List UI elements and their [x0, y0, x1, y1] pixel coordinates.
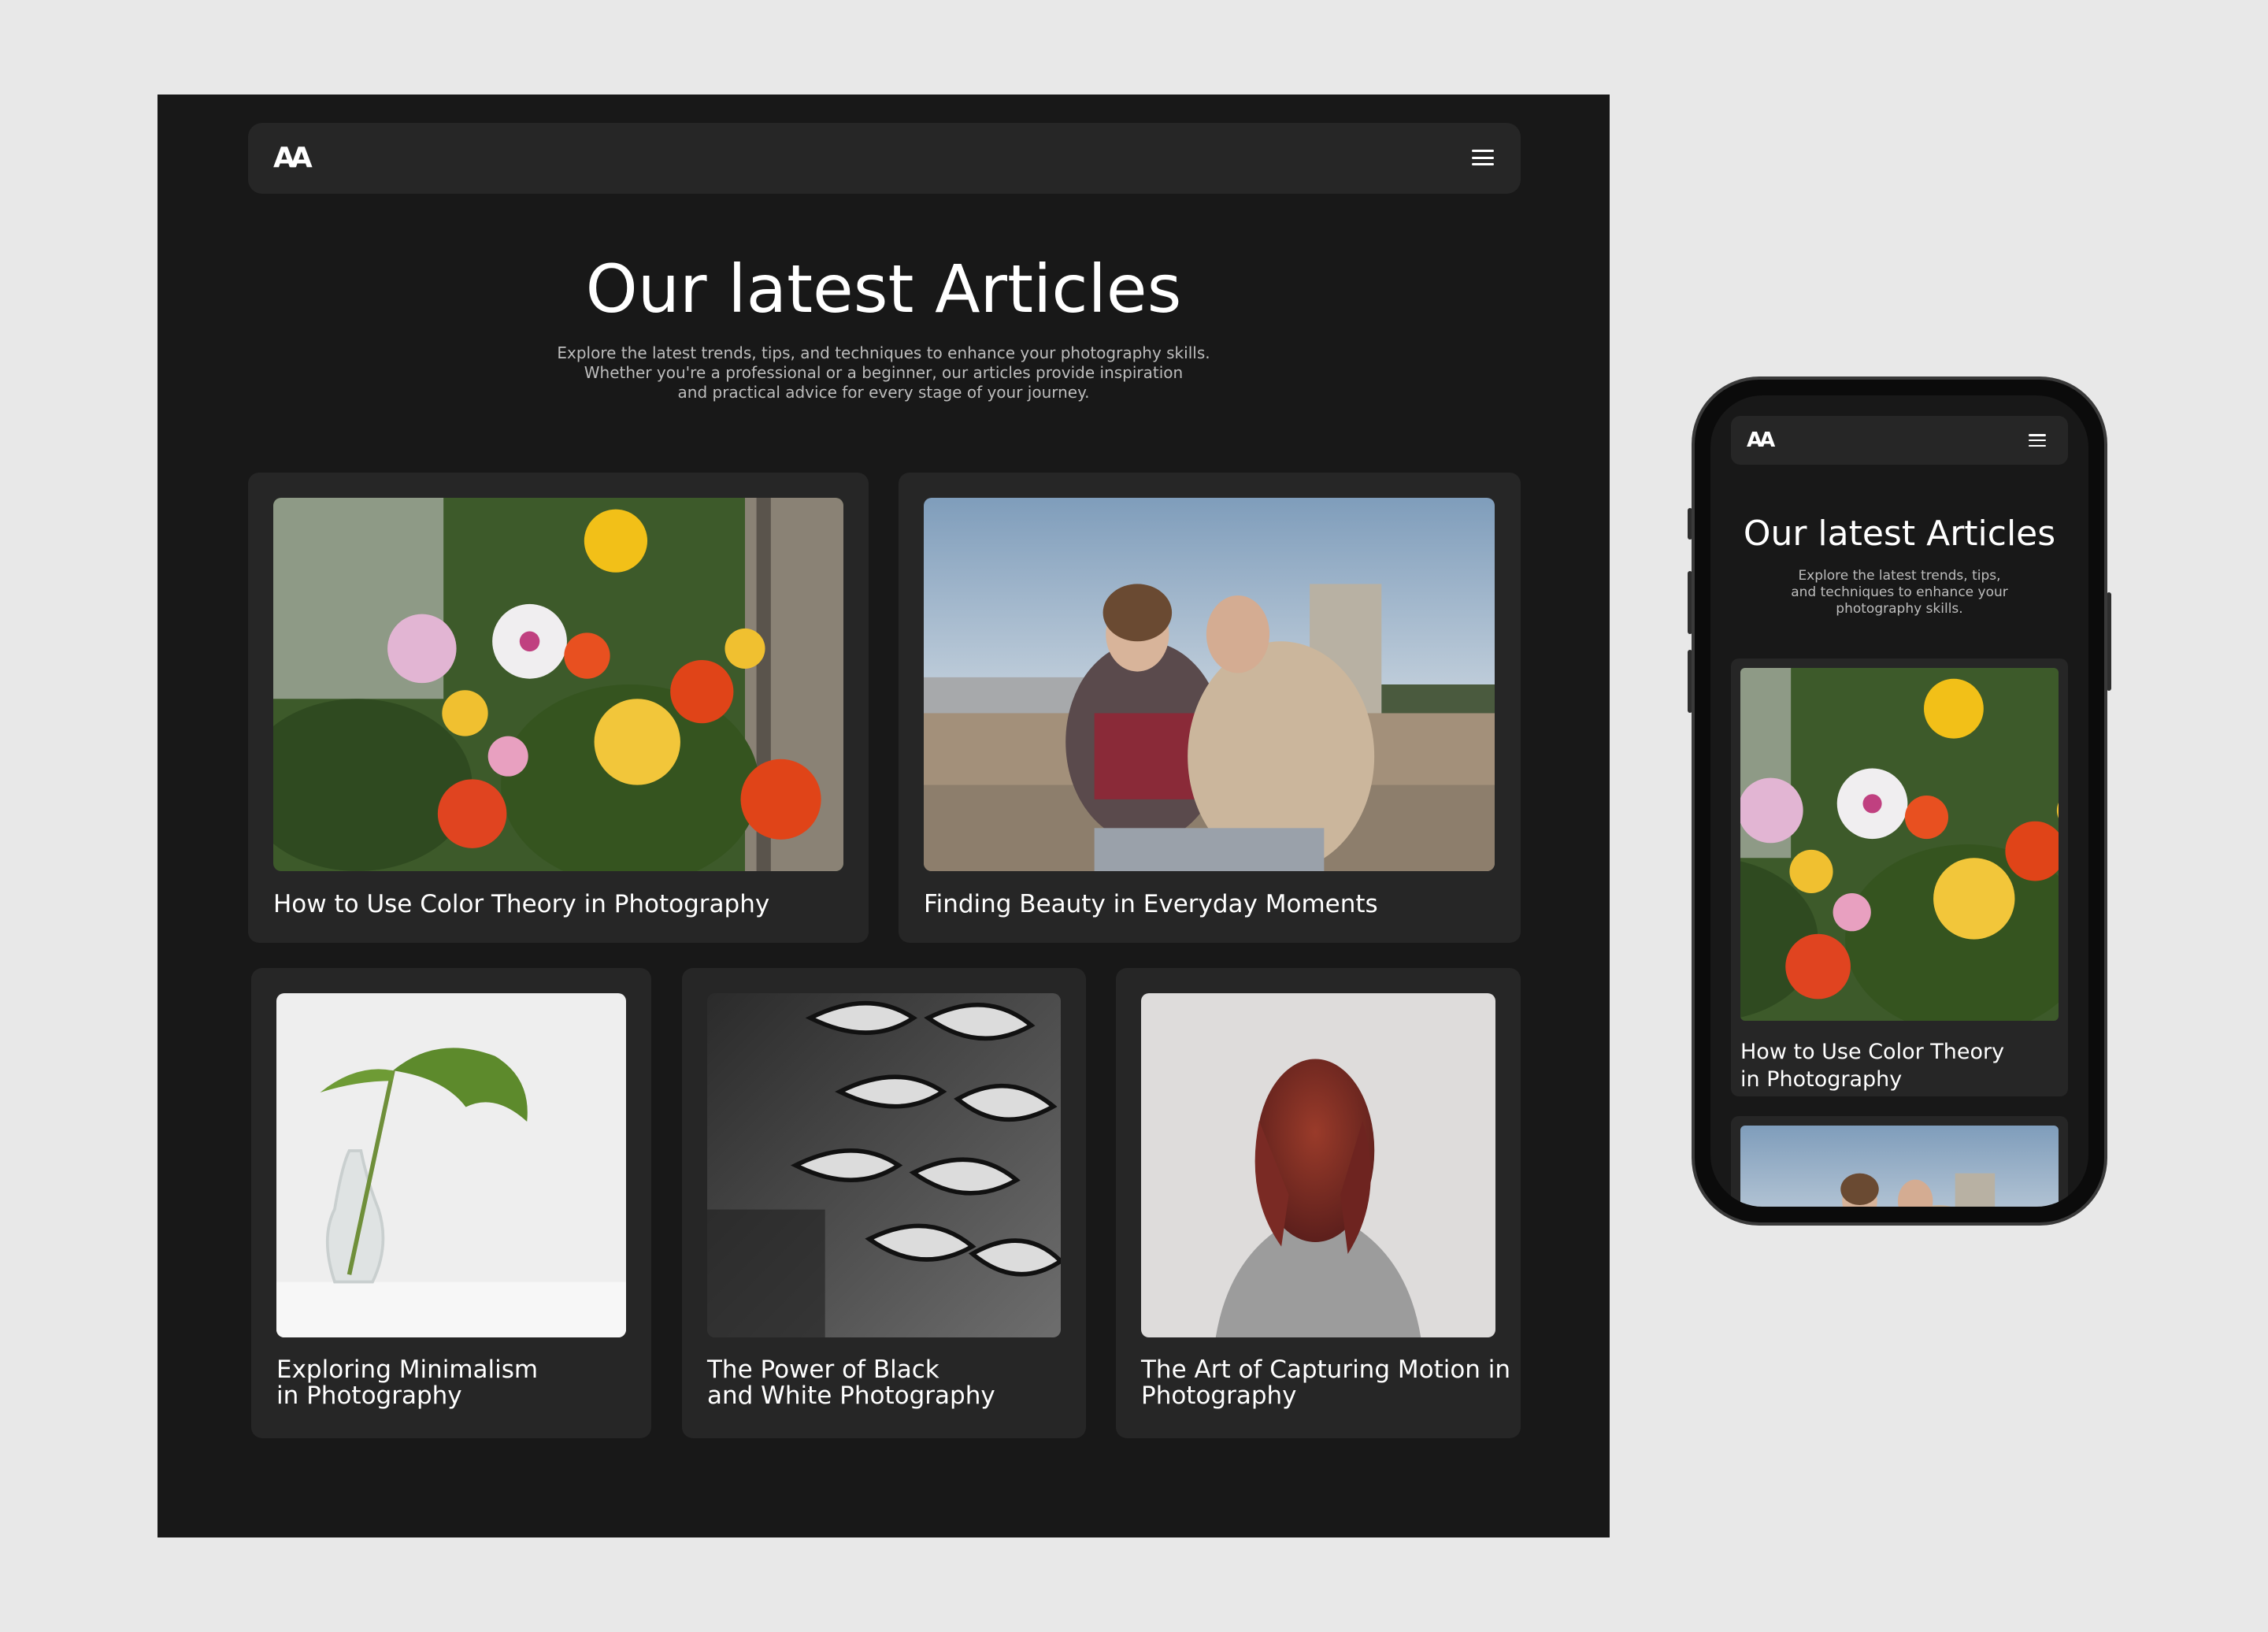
brand-logo[interactable]: AA [273, 142, 313, 174]
mobile-article-card[interactable] [1731, 1116, 2068, 1207]
mobile-top-nav-bar: AA [1731, 416, 2068, 465]
article-card[interactable]: How to Use Color Theory in Photography [248, 473, 869, 943]
mobile-article-thumbnail [1740, 668, 2059, 1021]
mobile-article-card[interactable]: How to Use Color Theory in Photography [1731, 658, 2068, 1096]
hamburger-menu-icon[interactable] [2029, 434, 2046, 447]
desktop-preview: AA Our latest Articles Explore the lates… [158, 95, 1610, 1537]
mobile-preview: AA Our latest Articles Explore the lates… [1692, 376, 2107, 1226]
article-thumbnail [707, 993, 1061, 1337]
mobile-page-title: Our latest Articles [1743, 514, 2056, 554]
page-subtitle: Explore the latest trends, tips, and tec… [557, 343, 1210, 402]
article-title: The Art of Capturing Motion in Photograp… [1141, 1356, 1511, 1411]
article-thumbnail [273, 498, 843, 871]
top-nav-bar: AA [248, 123, 1521, 194]
article-card[interactable]: The Power of Black and White Photography [682, 968, 1086, 1438]
article-title: How to Use Color Theory in Photography [273, 890, 770, 918]
mobile-page-subtitle: Explore the latest trends, tips, and tec… [1791, 568, 2008, 617]
article-thumbnail [1141, 993, 1495, 1337]
mobile-screen: AA Our latest Articles Explore the lates… [1710, 395, 2088, 1207]
mobile-brand-logo[interactable]: AA [1747, 428, 1775, 452]
article-thumbnail [924, 498, 1495, 871]
mobile-article-title: How to Use Color Theory in Photography [1740, 1040, 2005, 1092]
article-card[interactable]: Finding Beauty in Everyday Moments [899, 473, 1521, 943]
page-title: Our latest Articles [585, 250, 1182, 328]
article-card[interactable]: The Art of Capturing Motion in Photograp… [1116, 968, 1521, 1438]
article-title: Finding Beauty in Everyday Moments [924, 890, 1378, 918]
article-card[interactable]: Exploring Minimalism in Photography [251, 968, 651, 1438]
article-thumbnail [276, 993, 626, 1337]
article-title: Exploring Minimalism in Photography [276, 1356, 539, 1411]
hamburger-menu-icon[interactable] [1472, 150, 1494, 165]
mobile-article-thumbnail [1740, 1126, 2059, 1207]
article-title: The Power of Black and White Photography [707, 1356, 995, 1411]
